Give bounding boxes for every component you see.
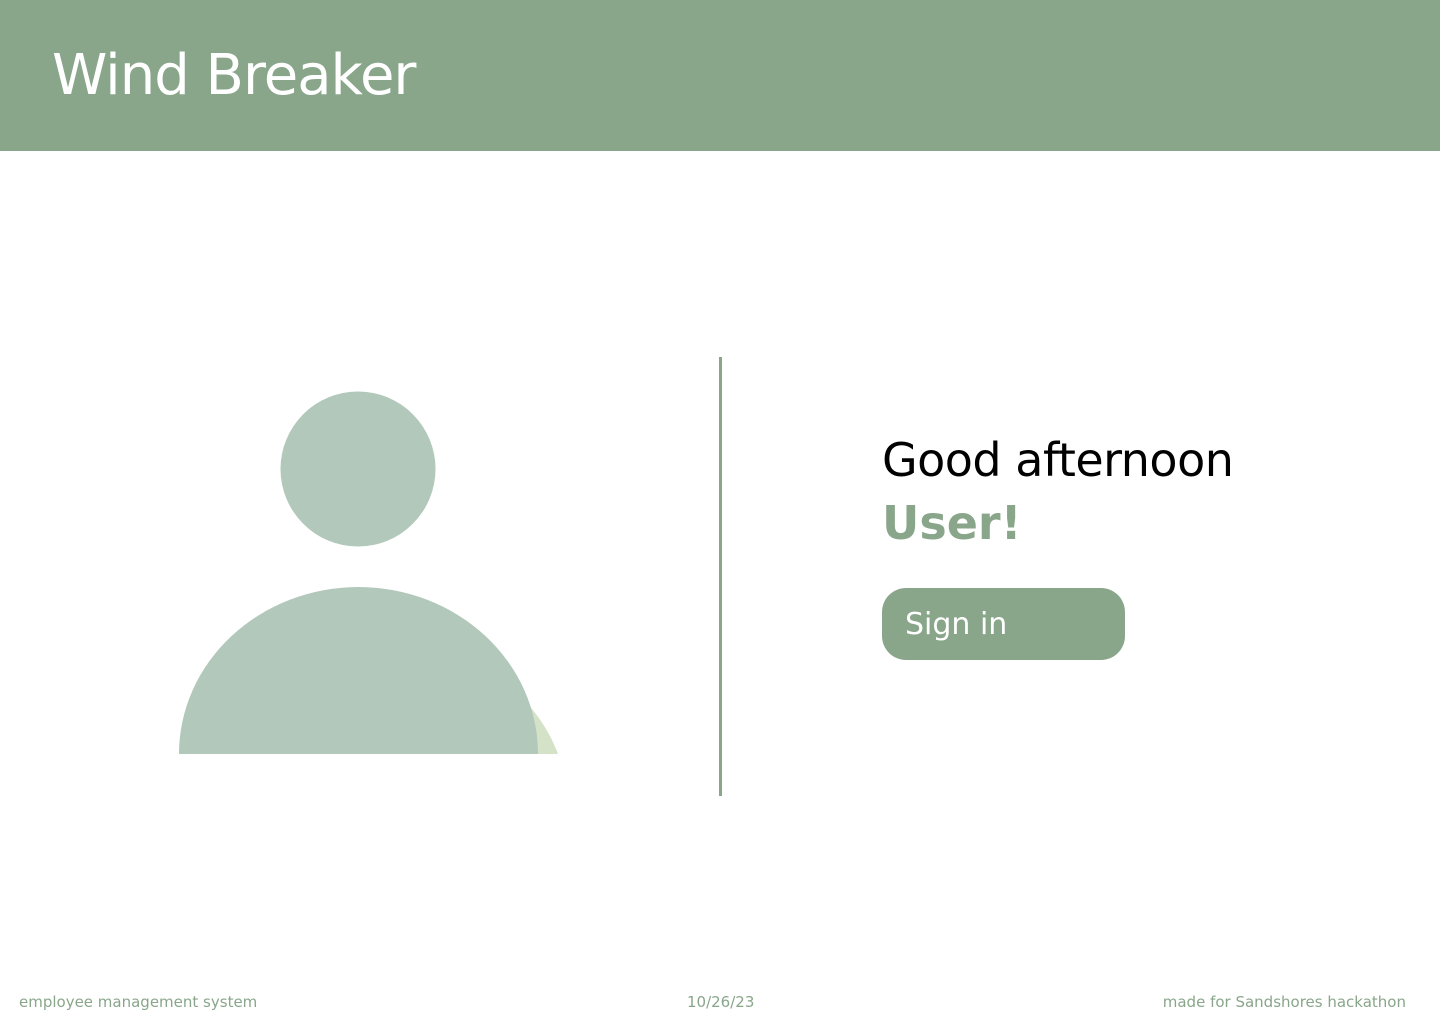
avatar-body [179, 587, 538, 754]
greeting-text: Good afternoon [882, 433, 1234, 487]
footer-credit: made for Sandshores hackathon [1162, 993, 1406, 1011]
footer-system-name: employee management system [19, 993, 258, 1011]
app-title: Wind Breaker [52, 43, 416, 108]
login-page: Wind Breaker Good afternoon User! Sign i… [0, 0, 1440, 1024]
footer-date: 10/26/23 [687, 993, 755, 1011]
username-text: User! [882, 496, 1022, 550]
avatar-head [280, 391, 436, 547]
user-avatar-icon [170, 385, 570, 765]
vertical-divider [719, 357, 722, 796]
sign-in-button[interactable]: Sign in [882, 588, 1125, 660]
app-header: Wind Breaker [0, 0, 1440, 151]
